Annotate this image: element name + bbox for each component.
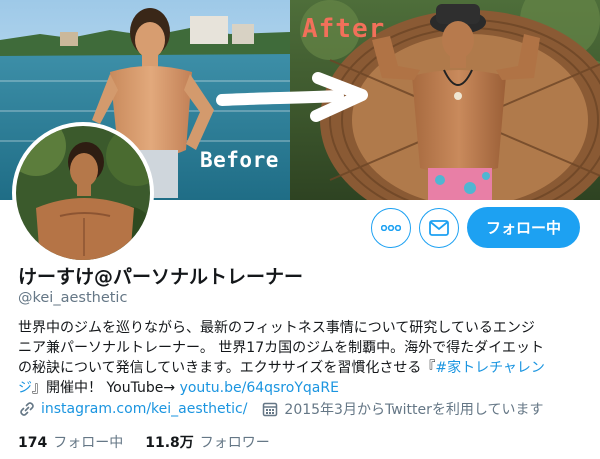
more-button[interactable]	[371, 208, 411, 248]
following-button[interactable]: フォロー中	[467, 207, 580, 248]
bio-line: ニア兼パーソナルトレーナー。 世界17カ国のジムを制覇中。海外で得たダイエット	[18, 340, 544, 356]
profile-bio: 世界中のジムを巡りながら、最新のフィットネス事情について研究しているエンジ ニア…	[18, 318, 590, 398]
bio-line: 世界中のジムを巡りながら、最新のフィットネス事情について研究しているエンジ	[18, 320, 535, 336]
bio-line-text: 』開催中！ YouTube→	[32, 380, 180, 396]
profile-name: けーすけ@パーソナルトレーナー	[18, 266, 304, 288]
avatar[interactable]	[12, 122, 154, 264]
website-item: instagram.com/kei_aesthetic/	[18, 400, 247, 418]
link-icon	[18, 400, 36, 418]
profile-handle: @kei_aesthetic	[18, 290, 128, 306]
website-link[interactable]: instagram.com/kei_aesthetic/	[41, 401, 247, 417]
followers-count: 11.8万	[145, 435, 194, 451]
message-button[interactable]	[419, 208, 459, 248]
calendar-icon	[261, 400, 279, 418]
before-label: Before	[200, 148, 279, 172]
following-count: 174	[18, 435, 48, 451]
profile-meta: instagram.com/kei_aesthetic/ 2015年3月からTw…	[18, 399, 557, 419]
joined-item: 2015年3月からTwitterを利用しています	[261, 399, 543, 419]
hashtag-link[interactable]: #家トレチャレン	[435, 360, 545, 376]
avatar-image	[16, 126, 150, 260]
following-stat[interactable]: 174 フォロー中	[18, 432, 123, 452]
joined-date: 2015年3月からTwitterを利用しています	[284, 402, 544, 418]
mail-icon	[429, 220, 449, 236]
bio-line: の秘訣について発信していきます。エクササイズを習慣化させる『#家トレチャレン	[18, 358, 590, 378]
followers-label: フォロワー	[199, 435, 270, 451]
youtube-link[interactable]: youtu.be/64qsroYqaRE	[180, 380, 339, 396]
hashtag-link-continued[interactable]: ジ	[18, 380, 32, 396]
bio-line-text: の秘訣について発信していきます。エクササイズを習慣化させる『	[18, 360, 436, 376]
followers-stat[interactable]: 11.8万 フォロワー	[145, 432, 270, 452]
more-icon	[381, 225, 401, 231]
bio-line: ジ』開催中！ YouTube→ youtu.be/64qsroYqaRE	[18, 378, 590, 398]
after-label: After	[302, 14, 386, 44]
following-label: フォロー中	[53, 435, 124, 451]
profile-stats: 174 フォロー中 11.8万 フォロワー	[18, 432, 292, 452]
